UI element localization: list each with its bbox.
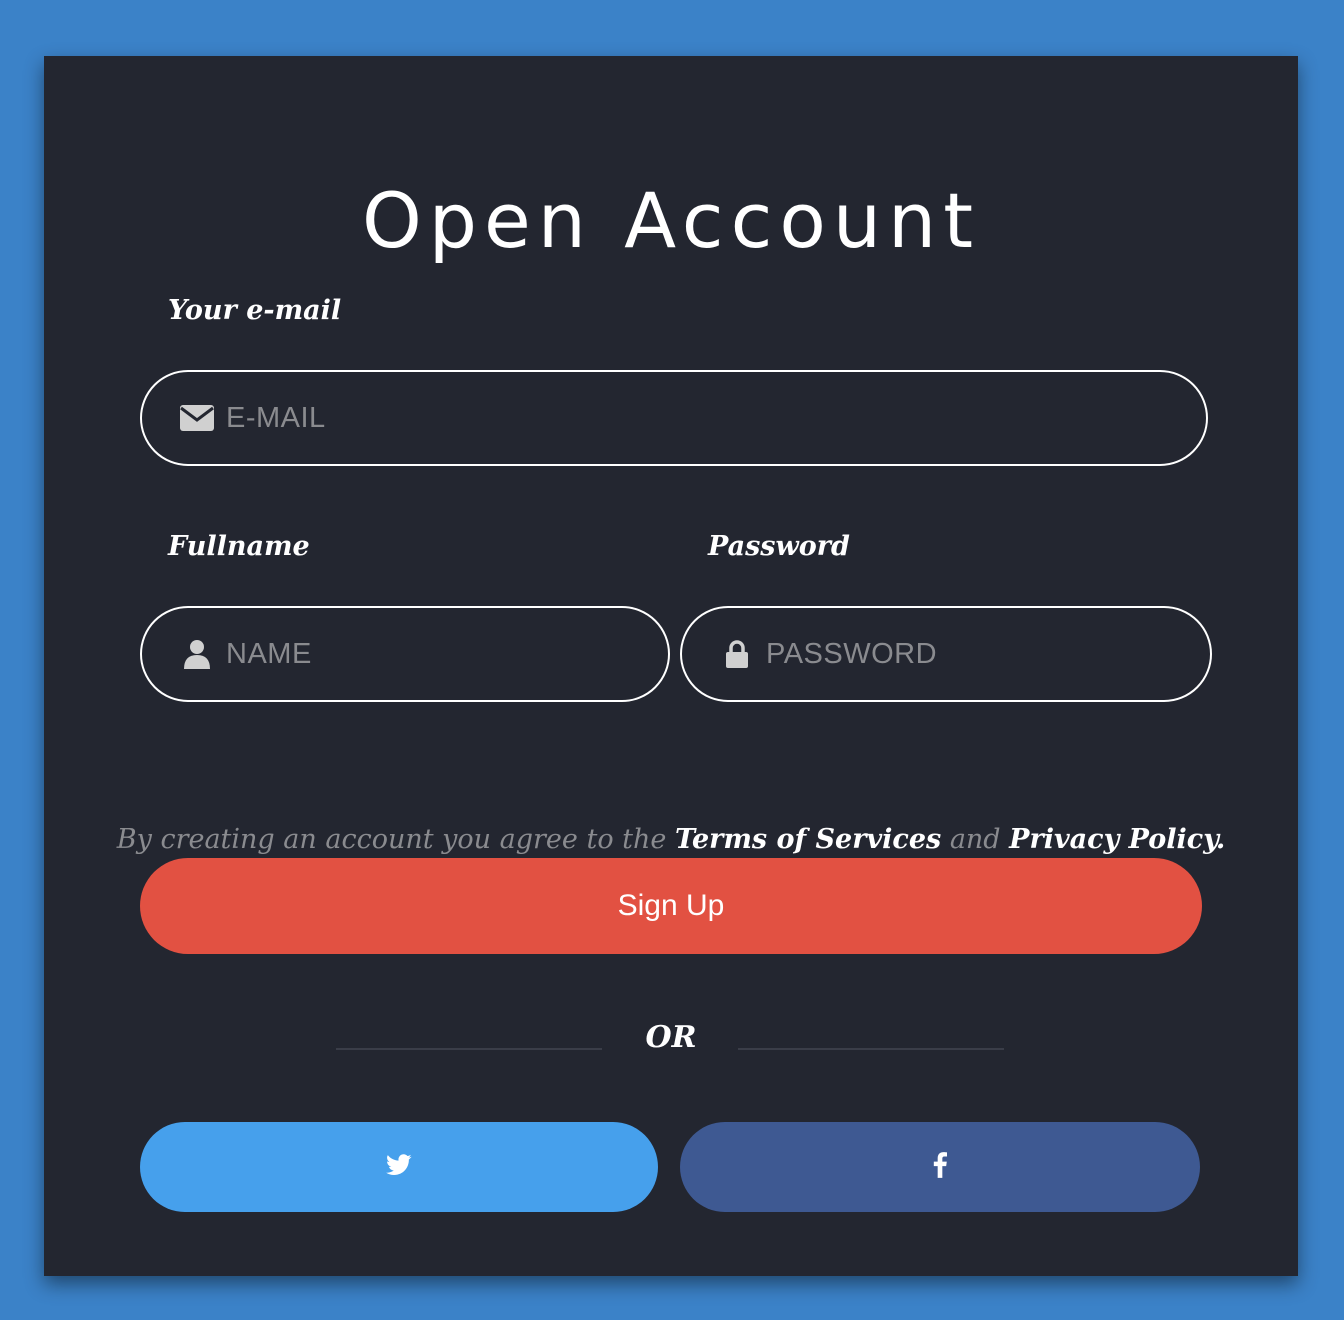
fullname-label: Fullname — [168, 531, 310, 562]
fullname-field[interactable]: NAME — [140, 606, 670, 702]
agreement-prefix: By creating an account you agree to the — [116, 824, 675, 855]
user-icon — [180, 637, 214, 671]
email-placeholder: E-MAIL — [226, 401, 326, 434]
lock-icon — [720, 637, 754, 671]
envelope-icon — [180, 401, 214, 435]
signup-card: Open Account Your e-mail E-MAIL Fullname… — [44, 56, 1298, 1276]
facebook-button[interactable] — [680, 1122, 1200, 1212]
or-label: OR — [645, 1020, 697, 1055]
password-placeholder: PASSWORD — [766, 637, 938, 670]
agreement-middle: and — [941, 824, 1010, 855]
twitter-icon — [386, 1153, 412, 1181]
divider-right — [738, 1048, 1004, 1050]
password-label: Password — [708, 531, 850, 562]
signup-button[interactable]: Sign Up — [140, 858, 1202, 954]
agreement-suffix: . — [1215, 824, 1226, 855]
facebook-icon — [933, 1151, 947, 1183]
twitter-button[interactable] — [140, 1122, 658, 1212]
name-placeholder: NAME — [226, 637, 312, 670]
privacy-link[interactable]: Privacy Policy — [1009, 824, 1216, 855]
page-title: Open Account — [361, 176, 980, 265]
password-field[interactable]: PASSWORD — [680, 606, 1212, 702]
email-label: Your e-mail — [168, 295, 342, 326]
email-field[interactable]: E-MAIL — [140, 370, 1208, 466]
agreement-text: By creating an account you agree to the … — [44, 820, 1298, 860]
terms-link[interactable]: Terms of Services — [675, 824, 941, 855]
